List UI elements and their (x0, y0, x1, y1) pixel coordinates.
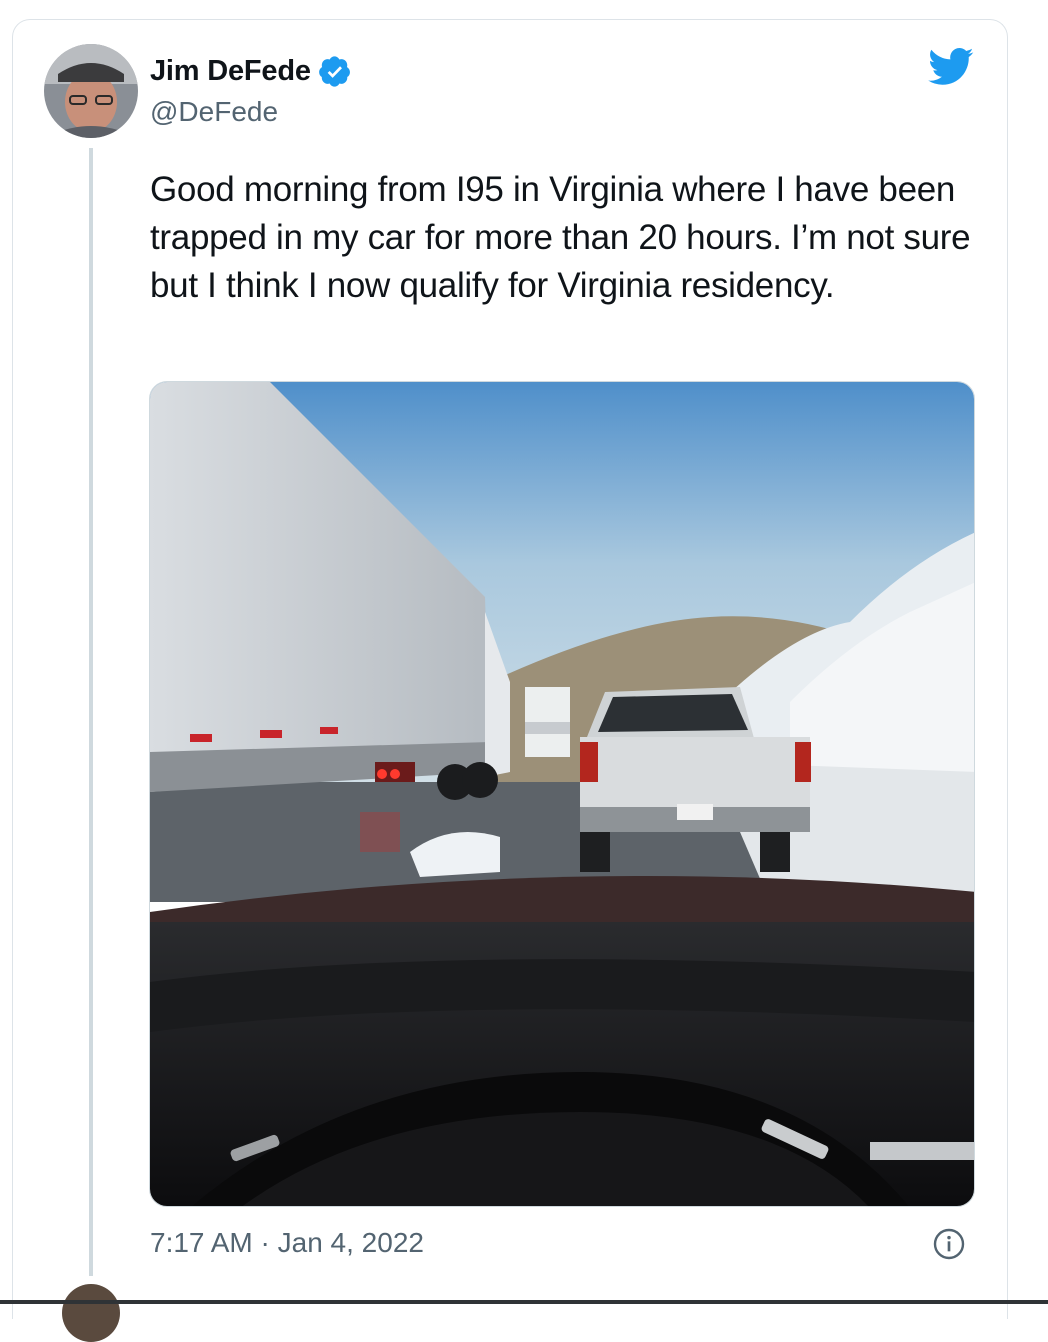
timestamp-separator: · (252, 1227, 278, 1258)
thread-connector-line (89, 148, 93, 1276)
author-name-row[interactable]: Jim DeFede (150, 55, 352, 88)
verified-badge-icon (318, 56, 350, 87)
author-handle[interactable]: @DeFede (150, 96, 278, 128)
tweet-timestamp[interactable]: 7:17 AM · Jan 4, 2022 (150, 1227, 424, 1259)
info-icon[interactable] (933, 1228, 965, 1260)
next-reply-avatar[interactable] (62, 1284, 120, 1342)
traffic-jam-photo (150, 382, 974, 1206)
author-name[interactable]: Jim DeFede (150, 55, 311, 88)
tweet-date[interactable]: Jan 4, 2022 (278, 1227, 424, 1258)
bottom-divider (0, 1300, 1048, 1304)
author-avatar[interactable] (44, 44, 138, 138)
tweet-photo[interactable] (149, 381, 975, 1207)
twitter-bird-icon[interactable] (928, 47, 974, 87)
tweet-time[interactable]: 7:17 AM (150, 1227, 253, 1258)
tweet-text: Good morning from I95 in Virginia where … (150, 170, 971, 305)
